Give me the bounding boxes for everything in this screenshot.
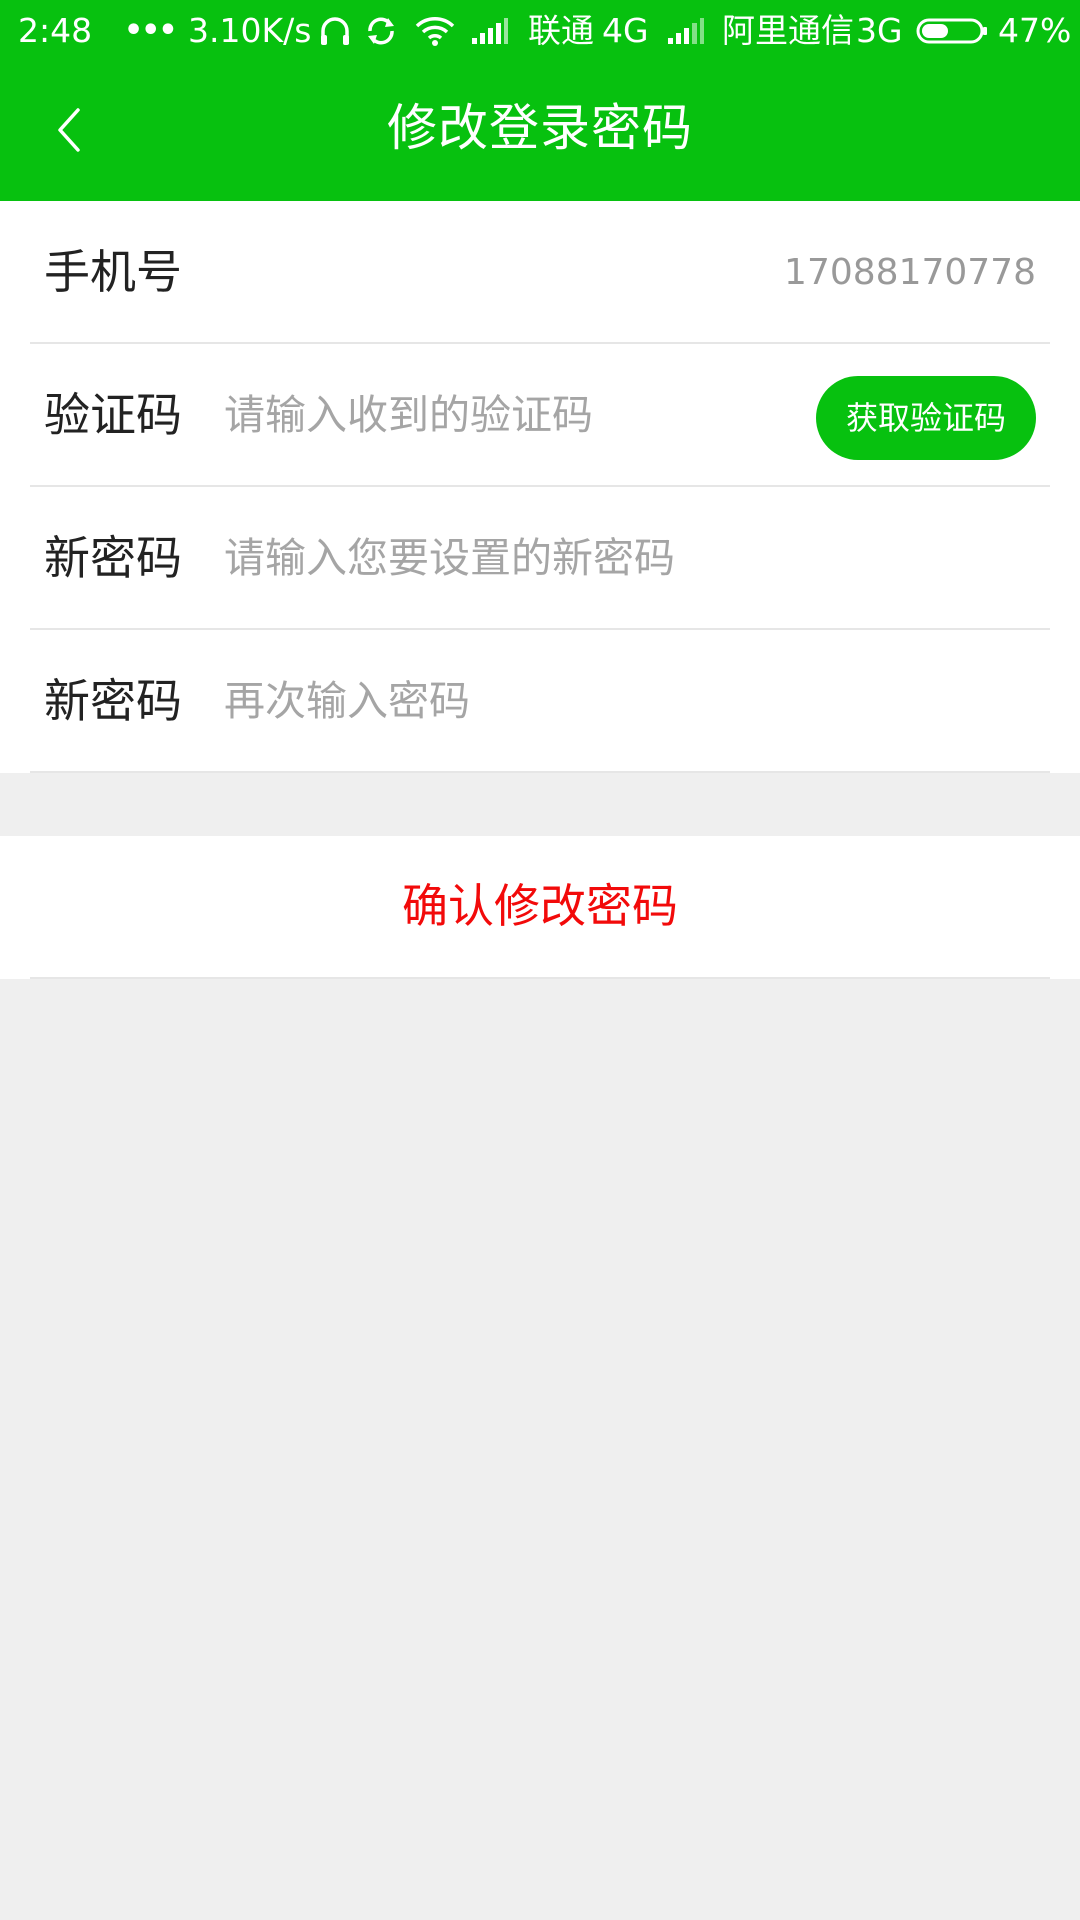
confirm-password-input[interactable] <box>224 666 1024 736</box>
signal-icon <box>666 0 706 62</box>
chevron-left-icon <box>50 102 90 162</box>
divider <box>30 977 1050 979</box>
net2: 3G <box>856 11 903 50</box>
back-button[interactable] <box>20 82 120 182</box>
sync-icon <box>364 0 398 62</box>
wifi-icon <box>414 0 456 62</box>
password-form: 手机号 17088170778 验证码 新密码 新密码 获取验证码 <box>0 201 1080 773</box>
phone-row: 手机号 17088170778 <box>0 201 1080 344</box>
phone-label: 手机号 <box>44 245 182 299</box>
confirm-password-row: 新密码 <box>0 630 1080 773</box>
battery-percent: 47% <box>998 11 1072 50</box>
new-password-row: 新密码 <box>0 487 1080 630</box>
signal-icon <box>470 0 510 62</box>
page-title: 修改登录密码 <box>387 99 693 157</box>
status-time: 2:48 <box>18 11 93 50</box>
status-bar: 2:48 ••• 3.10K/s 联通 4G 阿里通信 3G 47% <box>0 0 1080 62</box>
carrier2: 阿里通信 <box>722 11 854 50</box>
new-password-label: 新密码 <box>44 531 182 585</box>
code-input[interactable] <box>224 380 784 450</box>
phone-value: 17088170778 <box>784 252 1036 293</box>
new-password-input[interactable] <box>224 523 1024 593</box>
top-bar: 2:48 ••• 3.10K/s 联通 4G 阿里通信 3G 47% 修改登录密… <box>0 0 1080 201</box>
net-speed: 3.10K/s <box>188 11 312 50</box>
battery-icon <box>916 0 988 62</box>
confirm-change-button[interactable]: 确认修改密码 <box>0 836 1080 979</box>
confirm-password-label: 新密码 <box>44 674 182 728</box>
confirm-change-label: 确认修改密码 <box>402 879 678 933</box>
nav-bar: 修改登录密码 <box>0 62 1080 201</box>
divider <box>30 771 1050 773</box>
get-code-button[interactable]: 获取验证码 <box>816 376 1036 460</box>
net1: 4G <box>602 11 649 50</box>
headphones-icon <box>318 0 352 62</box>
carrier1: 联通 <box>528 11 594 50</box>
more-dots: ••• <box>124 13 178 48</box>
code-label: 验证码 <box>44 388 182 442</box>
